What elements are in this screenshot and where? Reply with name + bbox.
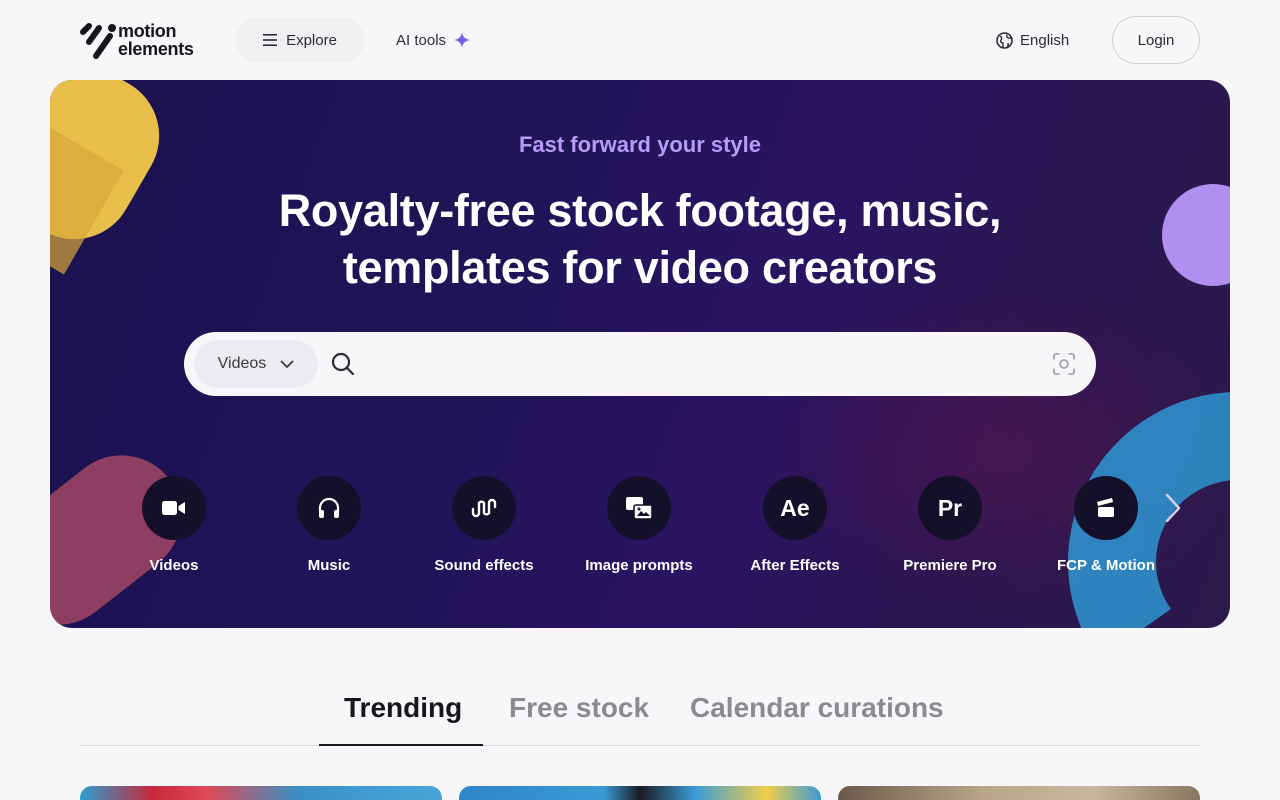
category-label: FCP & Motion — [1056, 557, 1156, 574]
category-sound-effects-circle — [452, 476, 516, 540]
site-header: motion elements Explore AI tools English… — [0, 0, 1280, 80]
language-selector[interactable]: English — [996, 17, 1069, 63]
logo-mark-icon — [80, 23, 116, 59]
visual-search-icon[interactable] — [1052, 352, 1076, 376]
soundwave-icon — [471, 498, 497, 518]
premiere-pro-icon: Pr — [918, 476, 982, 540]
search-type-dropdown[interactable]: Videos — [194, 340, 318, 388]
headline-line-2: templates for video creators — [342, 242, 938, 293]
headphones-icon — [318, 497, 340, 518]
active-tab-indicator — [319, 744, 483, 746]
video-camera-icon — [162, 501, 185, 515]
category-fcp-motion[interactable]: FCP & Motion — [1036, 476, 1176, 574]
language-label: English — [1020, 31, 1070, 49]
sparkle-icon — [454, 32, 471, 48]
category-videos-circle — [142, 476, 206, 540]
ai-tools-label: AI tools — [396, 31, 447, 49]
category-label: Music — [307, 557, 351, 574]
category-music[interactable]: Music — [259, 476, 399, 574]
search-bar: Videos — [184, 332, 1096, 396]
ai-tools-link[interactable]: AI tools — [396, 17, 471, 63]
image-prompt-icon — [626, 497, 653, 520]
category-after-effects[interactable]: Ae After Effects — [725, 476, 865, 574]
logo-wordmark: motion elements — [118, 22, 194, 58]
category-fcp-motion-circle — [1074, 476, 1138, 540]
hamburger-menu-icon — [263, 34, 278, 46]
category-videos[interactable]: Videos — [104, 476, 244, 574]
hero-headline: Royalty-free stock footage, music, templ… — [50, 182, 1230, 296]
category-carousel: Videos Music Sound effects Image prompts… — [50, 476, 1230, 586]
category-music-circle — [297, 476, 361, 540]
carousel-next-button[interactable] — [1158, 490, 1188, 526]
explore-menu-button[interactable]: Explore — [236, 17, 364, 63]
search-input[interactable] — [368, 344, 1028, 384]
category-sound-effects[interactable]: Sound effects — [414, 476, 554, 574]
category-image-prompts[interactable]: Image prompts — [569, 476, 709, 574]
category-premiere-pro[interactable]: Pr Premiere Pro — [880, 476, 1020, 574]
explore-label: Explore — [286, 31, 337, 49]
hero-banner: Fast forward your style Royalty-free sto… — [50, 80, 1230, 628]
category-label: Sound effects — [434, 557, 534, 574]
logo-line-2: elements — [118, 39, 194, 59]
search-type-label: Videos — [217, 355, 267, 372]
logo-line-1: motion — [118, 21, 177, 41]
chevron-down-icon — [280, 360, 294, 368]
tab-trending[interactable]: Trending — [344, 692, 462, 724]
clapperboard-icon — [1097, 498, 1114, 517]
hero-tagline: Fast forward your style — [518, 132, 762, 157]
login-button[interactable]: Login — [1112, 16, 1200, 64]
login-label: Login — [1137, 31, 1175, 49]
after-effects-icon: Ae — [763, 476, 827, 540]
motion-elements-logo[interactable]: motion elements — [80, 18, 200, 62]
headline-line-1: Royalty-free stock footage, music, — [278, 185, 1002, 236]
category-image-prompts-circle — [607, 476, 671, 540]
category-label: Premiere Pro — [903, 557, 997, 574]
trending-thumbnail-2[interactable] — [459, 786, 821, 800]
content-tabs: Trending Free stock Calendar curations — [80, 676, 1200, 746]
chevron-right-icon — [1165, 493, 1181, 523]
tab-free-stock[interactable]: Free stock — [509, 692, 649, 724]
tab-calendar-curations[interactable]: Calendar curations — [690, 692, 944, 724]
category-label: After Effects — [750, 557, 840, 574]
search-icon[interactable] — [330, 351, 356, 377]
globe-icon — [996, 31, 1013, 49]
category-label: Image prompts — [585, 557, 693, 574]
trending-thumbnail-1[interactable] — [80, 786, 442, 800]
trending-thumbnail-3[interactable] — [838, 786, 1200, 800]
category-label: Videos — [149, 557, 199, 574]
